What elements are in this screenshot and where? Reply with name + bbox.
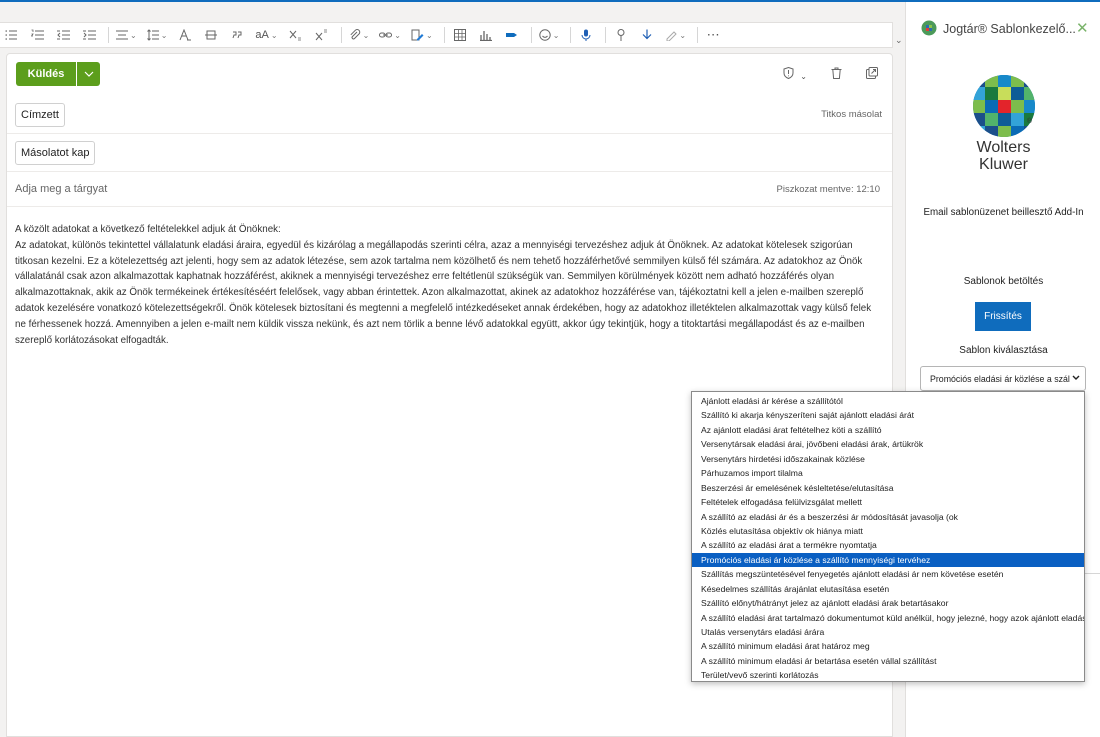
templates-load-label: Sablonok betöltés [963,276,1044,287]
align-icon[interactable]: ⌄ [113,24,140,46]
template-select[interactable]: Promóciós eladási ár közlése a szállító … [920,366,1086,391]
template-option[interactable]: Az ajánlott eladási árat feltételhez köt… [692,423,1084,437]
template-option[interactable]: Beszerzési ár emelésének késleltetése/el… [692,481,1084,495]
template-option[interactable]: Promóciós eladási ár közlése a szállító … [692,552,1084,568]
pin-icon[interactable] [610,24,632,46]
close-icon[interactable]: ✕ [1076,19,1089,37]
quote-icon[interactable] [226,24,248,46]
addin-header: Jogtár® Sablonkezelő... ✕ [906,2,1100,56]
template-select-label: Sablon kiválasztása [959,345,1048,356]
loop-icon[interactable] [501,24,523,46]
send-options-button[interactable] [77,62,100,86]
template-option[interactable]: Versenytárs hirdetési időszakainak közlé… [692,452,1084,466]
formatting-toolbar: ⌄ ⌄ aA ⌄ ⌄ ⌄ ⌄ ⌄ ⌄ ⋯ [0,22,893,48]
strikethrough-icon[interactable] [200,24,222,46]
editor-icon[interactable]: ⌄ [662,24,689,46]
more-options-icon[interactable]: ⋯ [702,24,724,46]
discard-icon[interactable] [831,67,842,82]
line-spacing-icon[interactable]: ⌄ [144,24,171,46]
brand-line: Kluwer [979,156,1028,173]
template-option[interactable]: Szállító ki akarja kényszeríteni saját a… [692,408,1084,422]
bcc-link[interactable]: Titkos másolat [821,109,882,120]
link-icon[interactable]: ⌄ [376,24,404,46]
to-row: Címzett Titkos másolat [7,96,892,134]
download-icon[interactable] [636,24,658,46]
chevron-down-icon [84,71,93,77]
bullet-list-icon[interactable] [26,24,48,46]
table-icon[interactable] [449,24,471,46]
sign-icon[interactable]: ⌄ [408,24,436,46]
template-option[interactable]: A szállító az eladási ár és a beszerzési… [692,510,1084,524]
addin-subtitle: Email sablonüzenet beillesztő Add-In [923,207,1084,218]
template-option[interactable]: Versenytársak eladási árai, jövőbeni ela… [692,437,1084,451]
template-option[interactable]: Utalás versenytárs eladási árára [692,625,1084,639]
compose-tools: ⌄ [783,66,878,82]
brand-name: Wolters Kluwer [906,139,1100,173]
clear-format-icon[interactable] [174,24,196,46]
chart-icon[interactable] [475,24,497,46]
template-option[interactable]: Terület/vevő szerinti korlátozás [692,668,1084,681]
template-options-list: Ajánlott eladási ár kérése a szállítótól… [691,391,1085,682]
template-option[interactable]: A szállító minimum eladási árat határoz … [692,639,1084,653]
brand-line: Wolters [976,139,1031,156]
template-option[interactable]: A szállító eladási árat tartalmazó dokum… [692,611,1084,625]
toolbar-separator [108,27,109,43]
message-body[interactable]: A közölt adatokat a következő feltételek… [15,222,883,348]
style-icon[interactable]: aA ⌄ [252,24,280,46]
template-option[interactable]: Késedelmes szállítás árajánlat elutasítá… [692,582,1084,596]
toolbar-separator [340,27,342,43]
template-option[interactable]: Ajánlott eladási ár kérése a szállítótól [692,394,1084,408]
send-button[interactable]: Küldés [16,62,76,86]
template-option[interactable]: A szállító minimum eladási ár betartása … [692,654,1084,668]
numbered-list-icon[interactable] [0,24,22,46]
addin-logo-icon [921,20,937,36]
chevron-down-icon [1072,374,1080,383]
subject-row: Adja meg a tárgyat Piszkozat mentve: 12:… [7,172,892,207]
template-option[interactable]: A szállító az eladási árat a termékre ny… [692,538,1084,552]
template-select-value: Promóciós eladási ár közlése a szállító … [930,373,1070,384]
to-button[interactable]: Címzett [15,103,65,127]
body-paragraph: Az adatokat, különös tekintettel vállala… [15,239,872,346]
wolters-kluwer-logo [973,75,1035,137]
template-option[interactable]: Feltételek elfogadása felülvizsgálat mel… [692,495,1084,509]
body-paragraph: A közölt adatokat a következő feltételek… [15,224,281,235]
cc-button[interactable]: Másolatot kap [15,141,96,165]
refresh-button[interactable]: Frissítés [975,302,1031,331]
addin-title: Jogtár® Sablonkezelő... [943,22,1076,36]
template-option[interactable]: Szállítás megszüntetésével fenyegetés aj… [692,567,1084,581]
template-option[interactable]: Párhuzamos import tilalma [692,466,1084,480]
subscript-icon[interactable] [285,24,307,46]
emoji-icon[interactable]: ⌄ [536,24,563,46]
send-button-group: Küldés [16,62,100,86]
toolbar-separator [443,27,445,43]
style-label: aA [255,29,269,41]
toolbar-separator [570,27,572,43]
cc-row: Másolatot kap [7,134,892,172]
draft-saved-status: Piszkozat mentve: 12:10 [776,184,881,195]
template-option[interactable]: Szállító előnyt/hátrányt jelez az ajánlo… [692,596,1084,610]
toolbar-separator [530,27,532,43]
decrease-indent-icon[interactable] [52,24,74,46]
sensitivity-icon[interactable]: ⌄ [783,66,807,82]
toolbar-separator [605,27,607,43]
microphone-icon[interactable] [575,24,597,46]
attach-icon[interactable]: ⌄ [346,24,373,46]
superscript-icon[interactable] [311,24,333,46]
subject-input[interactable]: Adja meg a tárgyat [15,183,107,195]
template-option[interactable]: Közlés elutasítása objektív ok hiánya mi… [692,524,1084,538]
ribbon-collapse-icon[interactable]: ⌄ [895,35,903,46]
pop-out-icon[interactable] [866,67,878,82]
registered-mark: ® [1027,118,1033,125]
increase-indent-icon[interactable] [78,24,100,46]
toolbar-separator [697,27,699,43]
